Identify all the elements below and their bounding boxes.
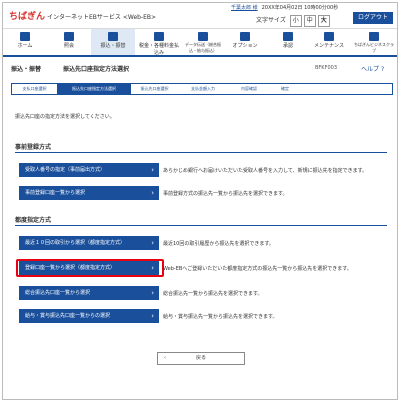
nav-label: ホーム [17, 43, 33, 49]
data-icon [198, 32, 208, 41]
step-item: 振込先口座選択 [140, 86, 169, 91]
logo: ちばぎん インターネットEBサービス <Web-EB> [9, 9, 156, 22]
button-description: 事前登録方式の振込先一覧から振込先を選択できます。 [163, 191, 288, 197]
chevron-right-icon: › [151, 239, 154, 247]
step-item: 確定 [281, 86, 289, 91]
approve-icon [283, 32, 293, 41]
breadcrumb: 振込・振替 [11, 66, 42, 73]
nav-home[interactable]: ホーム [5, 29, 45, 55]
size-medium-button[interactable]: 中 [303, 15, 316, 27]
recent-transactions-button[interactable]: 最近１０回の取引から選択（都度指定方式） › [19, 236, 159, 250]
text-size-switcher: 文字サイズ 小中大 [256, 15, 330, 27]
step-item: 支払口座選択 [22, 86, 47, 91]
transfer-icon [108, 32, 118, 41]
user-info: 千葉太郎 様 20XX年04月02日 10時00分00秒 [231, 4, 338, 11]
button-label: 事前登録口座一覧から選択 [25, 190, 86, 196]
nav-approve[interactable]: 承認 [273, 29, 303, 55]
button-description: 総合振込先一覧から振込先を選択できます。 [163, 291, 263, 297]
maintenance-icon [324, 32, 334, 41]
tax-icon [154, 32, 164, 41]
nav-label: 承認 [282, 43, 293, 49]
help-link[interactable]: ヘルプ ? [361, 64, 384, 73]
option-icon [240, 32, 250, 41]
button-description: あらかじめ銀行へお届けいただいた受取人番号を入力して、新規に振込先を指定できます… [163, 168, 368, 174]
nav-label: オプション [232, 43, 258, 49]
chevron-right-icon: › [151, 289, 154, 297]
nav-label: メンテナンス [314, 43, 344, 49]
button-label: 給与・賞与振込先口座一覧からの選択 [25, 313, 111, 319]
registered-accounts-button[interactable]: 登録口座一覧から選択（都度指定方式） › [19, 261, 159, 275]
nav-label: 振込・振替 [100, 43, 126, 49]
app-window: ちばぎん インターネットEBサービス <Web-EB> 千葉太郎 様 20XX年04… [2, 2, 398, 400]
nav-label: ちばぎんビジネスクラブ [354, 42, 394, 53]
logo-text: ちばぎん [9, 12, 46, 22]
nav-data[interactable]: データ伝送（総合振込・給与振込） [183, 29, 223, 55]
progress-steps: 支払口座選択 振込先口座指定方法選択 振込先口座選択 支払金額入力 内容確認 確… [11, 83, 393, 95]
step-item: 支払金額入力 [191, 86, 215, 91]
nav-label: 税金・各種料金払込み [138, 43, 179, 56]
last-login: 20XX年04月02日 10時00分00秒 [261, 5, 339, 11]
nav-option[interactable]: オプション [225, 29, 265, 55]
nav-inquiry[interactable]: 照会 [49, 29, 89, 55]
inquiry-icon [64, 32, 74, 41]
button-description: Web-EBへご登録いただいた都度指定方式の振込先一覧から振込先を選択できます。 [163, 266, 352, 272]
screen-code: BFKF003 [315, 65, 338, 71]
back-label: 戻る [195, 355, 206, 361]
button-description: 給与・賞与振込先一覧から振込先を選択できます。 [163, 314, 278, 320]
size-small-button[interactable]: 小 [289, 15, 302, 27]
text-size-label: 文字サイズ [256, 17, 286, 24]
nav-transfer[interactable]: 振込・振替 [91, 29, 135, 55]
nav-label: 照会 [63, 43, 74, 49]
nav-tax[interactable]: 税金・各種料金払込み [137, 29, 181, 56]
instruction-text: 振込先口座の指定方法を選択してください。 [15, 114, 115, 120]
chevron-right-icon: › [151, 166, 154, 174]
chevron-right-icon: › [151, 264, 154, 272]
nav-club[interactable]: ちばぎんビジネスクラブ [353, 29, 395, 55]
header: ちばぎん インターネットEBサービス <Web-EB> 千葉太郎 様 20XX年04… [3, 3, 397, 27]
help-icon: ? [380, 66, 385, 73]
home-icon [20, 32, 30, 41]
size-large-button[interactable]: 大 [317, 15, 330, 27]
section-divider [15, 152, 387, 153]
back-button[interactable]: ‹ 戻る [157, 352, 245, 365]
section-title-each-time: 都度指定方式 [15, 217, 52, 224]
user-name-link[interactable]: 千葉太郎 様 [231, 5, 258, 11]
page-title: 振込先口座指定方法選択 [63, 66, 130, 73]
service-name: インターネットEBサービス <Web-EB> [47, 14, 157, 21]
step-item-current: 振込先口座指定方法選択 [57, 84, 131, 94]
general-transfer-list-button[interactable]: 総合振込先口座一覧から選択 › [19, 286, 159, 300]
page-header: 振込・振替 振込先口座指定方法選択 BFKF003 ヘルプ ? [3, 61, 397, 75]
button-label: 受取人番号の指定（事前届出方式） [25, 167, 106, 173]
button-label: 総合振込先口座一覧から選択 [25, 290, 91, 296]
logout-button[interactable]: ログアウト [353, 12, 393, 24]
chevron-right-icon: › [151, 189, 154, 197]
payroll-transfer-list-button[interactable]: 給与・賞与振込先口座一覧からの選択 › [19, 309, 159, 323]
nav-label: データ伝送（総合振込・給与振込） [185, 42, 221, 53]
button-label: 登録口座一覧から選択（都度指定方式） [25, 265, 116, 271]
section-title-preregistered: 事前登録方式 [15, 144, 52, 151]
help-label: ヘルプ [361, 66, 380, 73]
button-description: 最近10回の取引履歴から振込先を選択できます。 [163, 241, 274, 247]
global-nav: ホーム 照会 振込・振替 税金・各種料金払込み データ伝送（総合振込・給与振込）… [3, 28, 397, 57]
section-divider [15, 225, 387, 226]
button-label: 最近１０回の取引から選択（都度指定方式） [25, 240, 126, 246]
preregistered-list-button[interactable]: 事前登録口座一覧から選択 › [19, 186, 159, 200]
step-item: 内容確認 [241, 86, 257, 91]
nav-maintenance[interactable]: メンテナンス [309, 29, 349, 55]
chevron-right-icon: › [151, 312, 154, 320]
recipient-number-button[interactable]: 受取人番号の指定（事前届出方式） › [19, 163, 159, 177]
chevron-left-icon: ‹ [164, 355, 166, 361]
club-icon [369, 32, 379, 41]
